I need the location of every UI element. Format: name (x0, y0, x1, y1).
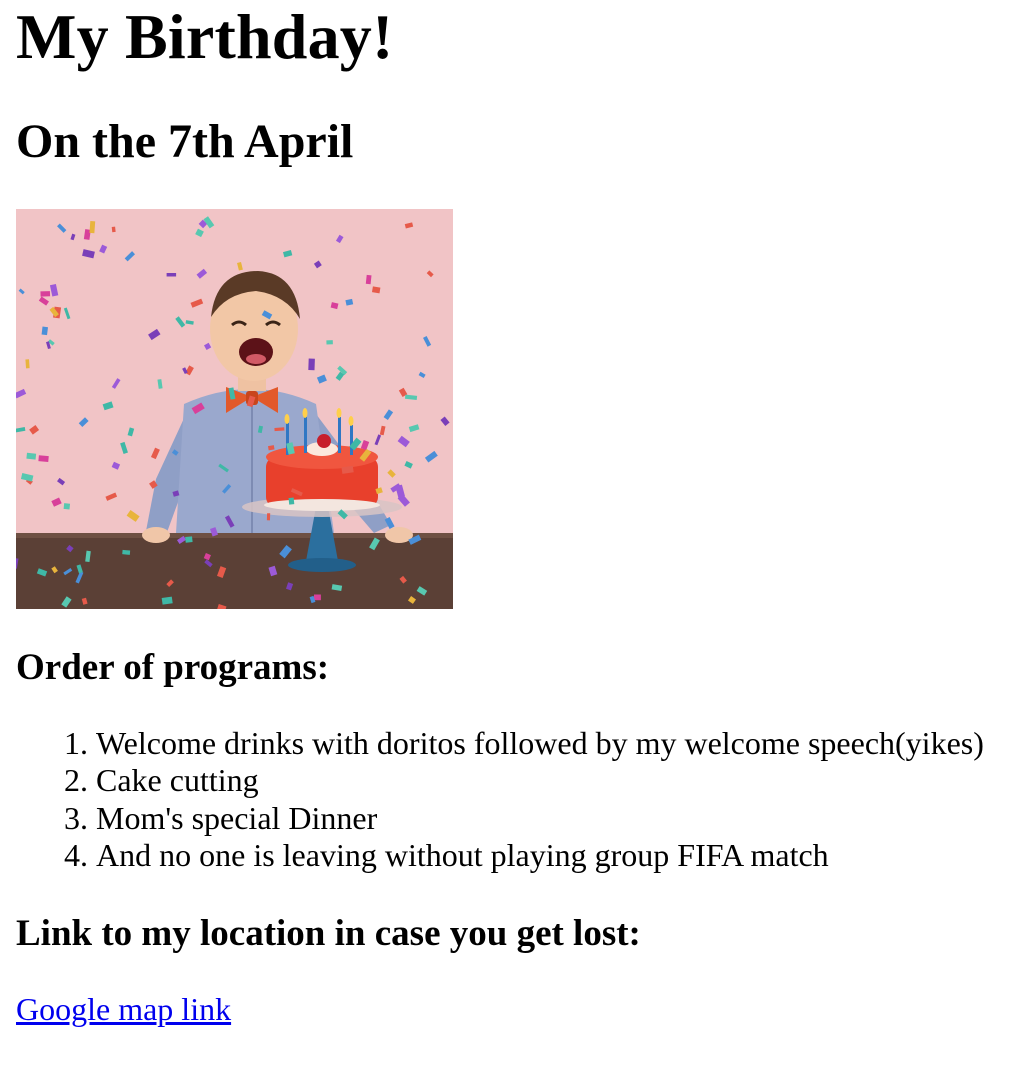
confetti-piece (161, 596, 173, 605)
confetti-piece (326, 340, 333, 345)
confetti-piece (365, 274, 372, 285)
google-map-link[interactable]: Google map link (16, 989, 231, 1029)
confetti-piece (122, 549, 131, 555)
programs-list: Welcome drinks with doritos followed by … (0, 725, 1026, 874)
list-item: Welcome drinks with doritos followed by … (96, 725, 1026, 762)
confetti-piece (308, 358, 315, 371)
confetti-piece (63, 503, 71, 510)
confetti-piece (41, 326, 49, 336)
confetti-piece (185, 536, 193, 543)
confetti-piece (40, 291, 51, 297)
confetti-piece (38, 455, 49, 462)
birthday-photo (16, 209, 453, 609)
confetti-piece (267, 445, 275, 451)
confetti-piece (25, 359, 30, 369)
confetti-piece (266, 513, 271, 521)
page-title: My Birthday! (16, 1, 394, 72)
confetti-piece (166, 273, 177, 277)
confetti-piece (111, 226, 116, 233)
list-item: And no one is leaving without playing gr… (96, 837, 1026, 874)
page-subtitle: On the 7th April (16, 115, 354, 168)
programs-heading: Order of programs: (16, 647, 330, 688)
confetti-piece (314, 594, 321, 601)
page: My Birthday! On the 7th April Order of p… (0, 0, 1036, 1082)
confetti-piece (89, 221, 96, 234)
list-item: Mom's special Dinner (96, 800, 1026, 837)
confetti-piece (26, 452, 37, 460)
location-heading: Link to my location in case you get lost… (16, 913, 641, 954)
confetti-piece (288, 497, 295, 505)
confetti-piece (371, 286, 381, 294)
list-item: Cake cutting (96, 762, 1026, 799)
confetti-piece (274, 427, 285, 432)
